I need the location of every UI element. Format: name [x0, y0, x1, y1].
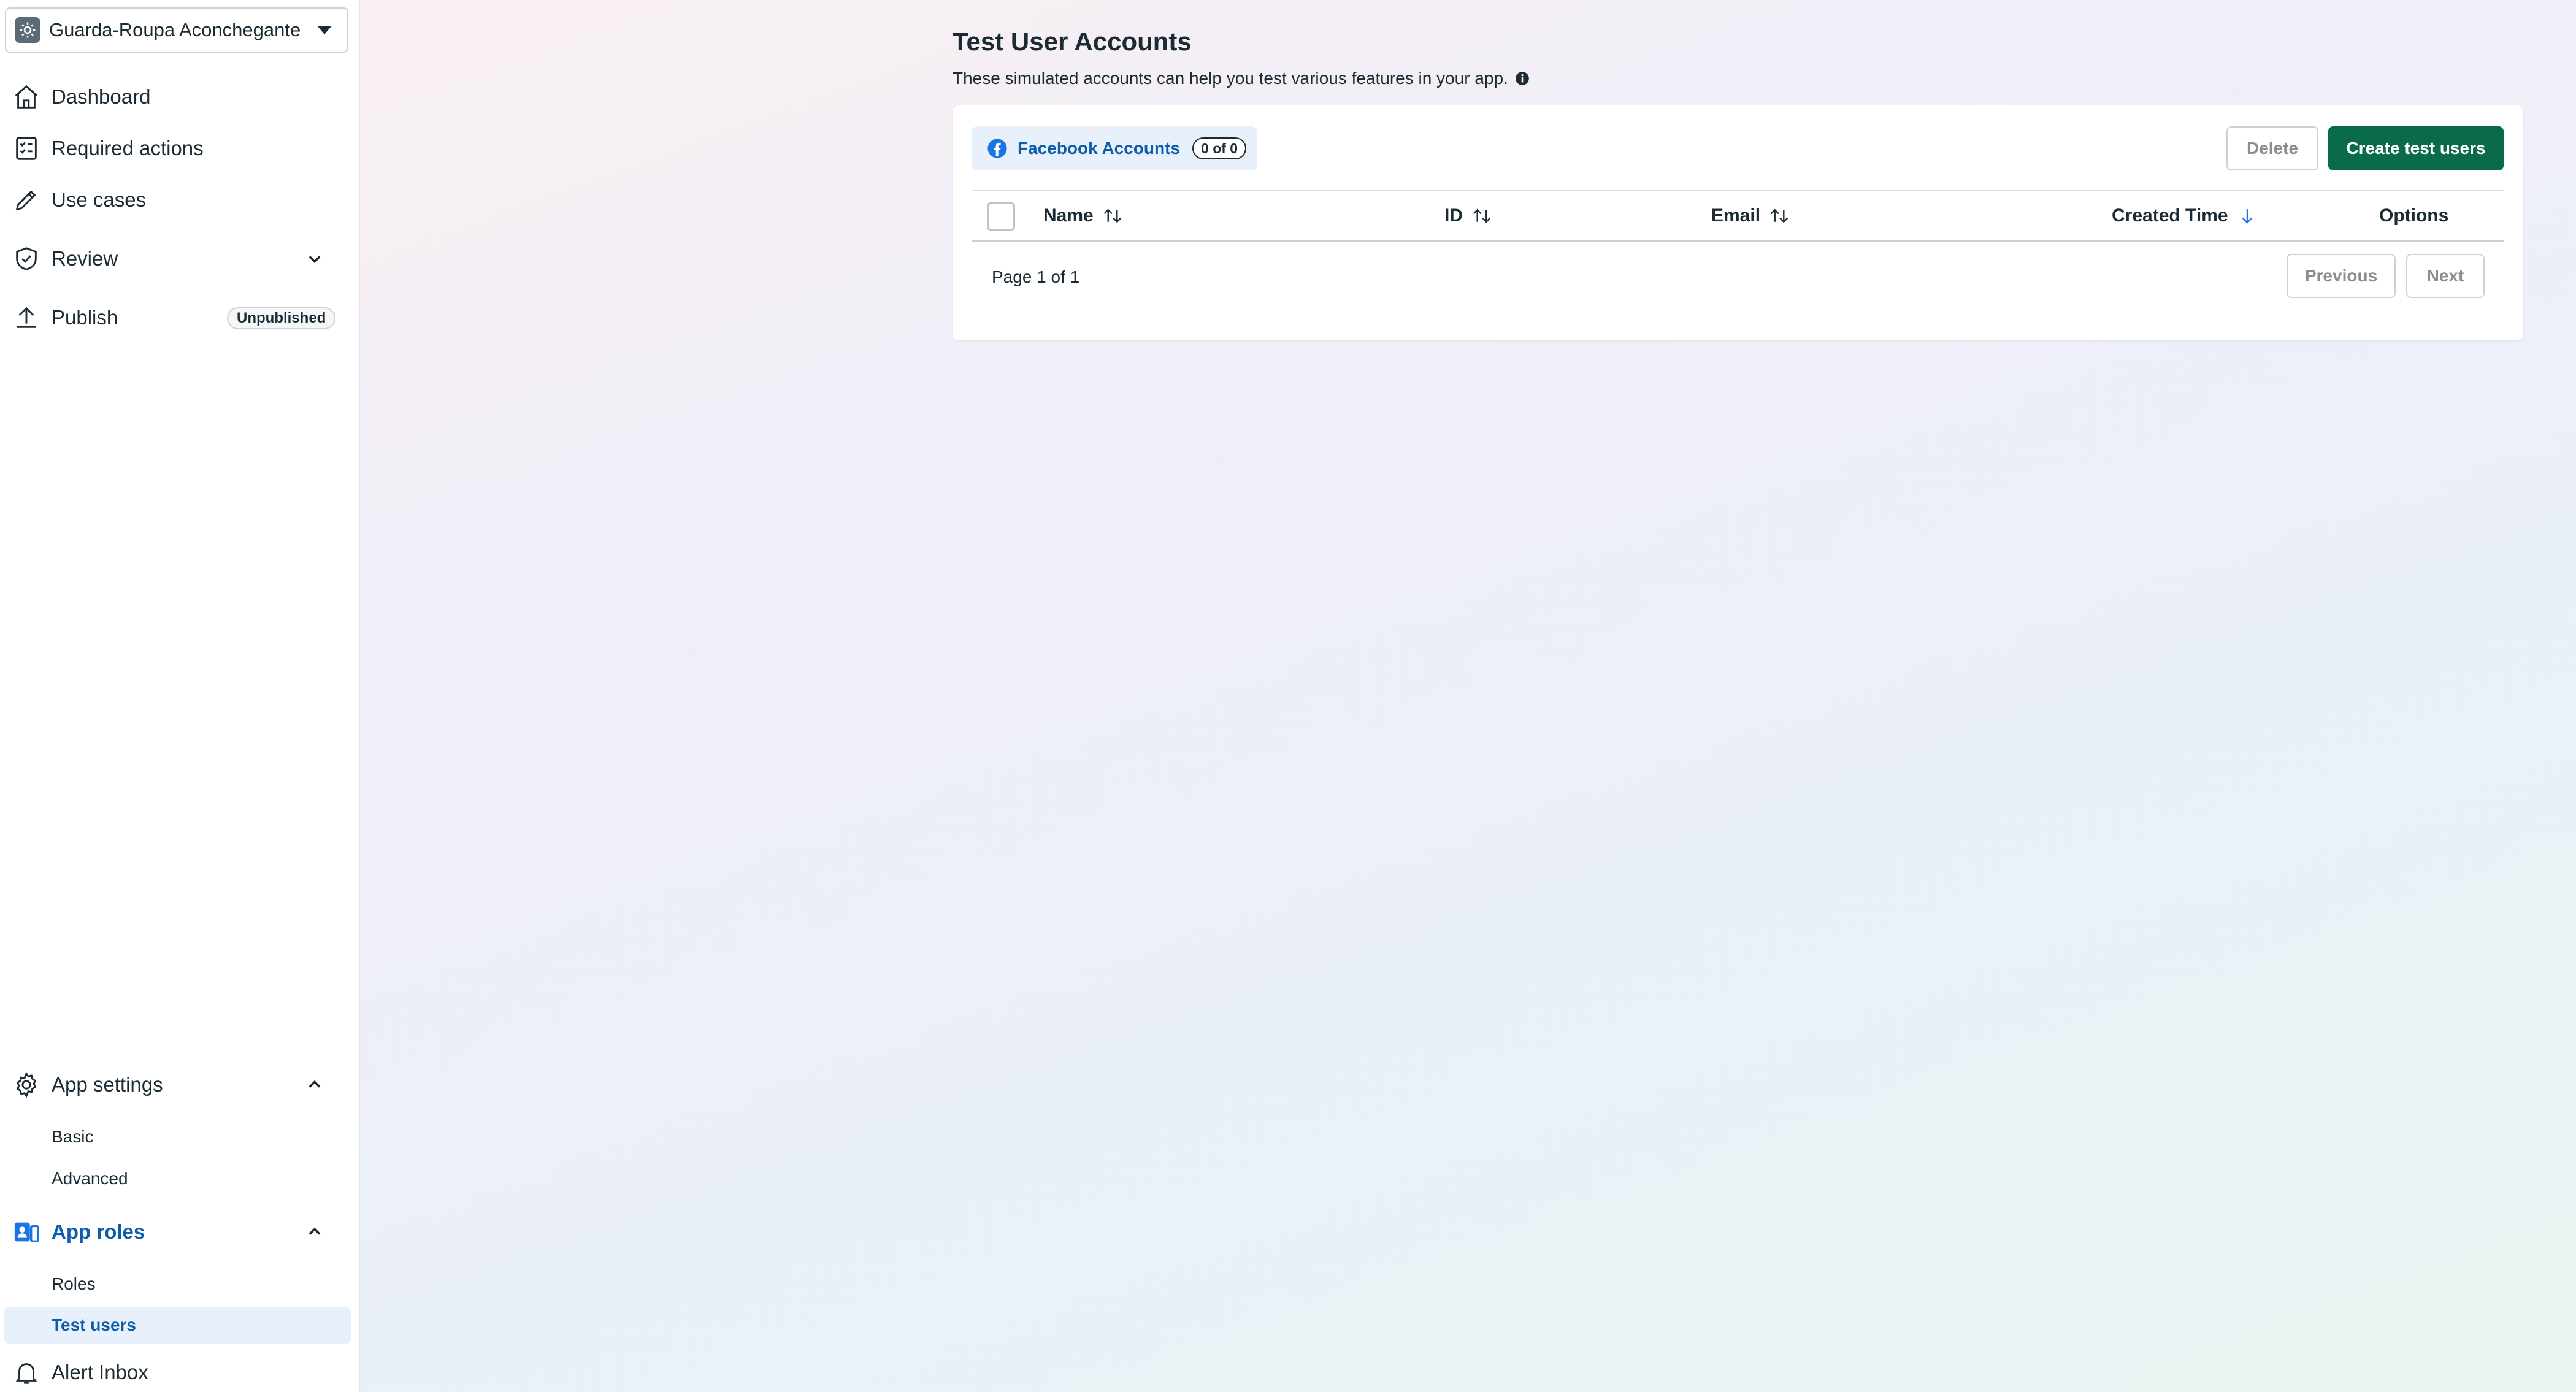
nav-app-settings[interactable]: App settings	[0, 1060, 360, 1109]
column-options-label: Options	[2379, 205, 2449, 226]
column-header-options: Options	[2379, 191, 2448, 240]
create-test-users-button[interactable]: Create test users	[2328, 126, 2504, 170]
pagination-status: Page 1 of 1	[992, 267, 1080, 286]
column-name-label: Name	[1043, 205, 1094, 226]
gear-icon	[11, 1069, 42, 1100]
page-subtitle-text: These simulated accounts can help you te…	[953, 69, 1508, 88]
nav-review[interactable]: Review	[0, 234, 360, 283]
pencil-icon	[11, 185, 42, 215]
nav-alert-inbox-label: Alert Inbox	[52, 1361, 148, 1383]
column-email-label: Email	[1711, 205, 1761, 226]
chevron-up-icon[interactable]	[306, 1076, 323, 1093]
nav-publish[interactable]: Publish Unpublished	[0, 293, 360, 342]
next-page-button[interactable]: Next	[2406, 254, 2485, 298]
caret-down-icon	[318, 26, 331, 34]
nav-dashboard[interactable]: Dashboard	[0, 72, 360, 121]
shield-check-icon	[11, 243, 42, 274]
app-roles-icon	[11, 1217, 42, 1247]
chevron-up-icon[interactable]	[306, 1223, 323, 1241]
sort-descending-icon[interactable]	[2237, 207, 2258, 225]
column-id-label: ID	[1444, 205, 1463, 226]
nav-app-roles-label: App roles	[52, 1220, 145, 1243]
nav-publish-label: Publish	[52, 306, 118, 329]
nav-dashboard-label: Dashboard	[52, 85, 151, 108]
column-created-time-label: Created Time	[2112, 205, 2228, 226]
sidebar-item-roles[interactable]: Roles	[4, 1266, 351, 1302]
facebook-icon	[987, 139, 1007, 158]
app-selector[interactable]: Guarda-Roupa Aconchegante	[5, 7, 348, 53]
sidebar-item-basic[interactable]: Basic	[4, 1119, 351, 1155]
sidebar-item-test-users[interactable]: Test users	[4, 1307, 351, 1344]
app-name: Guarda-Roupa Aconchegante	[49, 19, 301, 40]
nav-alert-inbox[interactable]: Alert Inbox	[0, 1348, 360, 1392]
sort-icon[interactable]	[1769, 207, 1790, 225]
page-subtitle: These simulated accounts can help you te…	[953, 69, 1530, 88]
sidebar-item-advanced[interactable]: Advanced	[4, 1160, 351, 1197]
column-header-created-time[interactable]: Created Time	[2112, 191, 2258, 240]
nav-app-roles[interactable]: App roles	[0, 1207, 360, 1256]
status-badge: Unpublished	[227, 307, 336, 329]
account-count-badge: 0 of 0	[1192, 137, 1247, 159]
nav-required-actions-label: Required actions	[52, 137, 204, 159]
info-icon[interactable]	[1514, 71, 1530, 86]
chevron-down-icon[interactable]	[306, 250, 323, 267]
tab-facebook-accounts[interactable]: Facebook Accounts 0 of 0	[972, 126, 1257, 170]
tab-facebook-accounts-label: Facebook Accounts	[1018, 139, 1181, 158]
sort-icon[interactable]	[1471, 207, 1492, 225]
select-all-checkbox[interactable]	[987, 202, 1015, 231]
page-title: Test User Accounts	[953, 27, 1192, 56]
column-header-id[interactable]: ID	[1444, 191, 1492, 240]
nav-required-actions[interactable]: Required actions	[0, 124, 360, 173]
previous-page-button[interactable]: Previous	[2287, 254, 2396, 298]
bell-icon	[11, 1357, 42, 1388]
home-icon	[11, 82, 42, 112]
delete-button[interactable]: Delete	[2226, 126, 2318, 170]
upload-icon	[11, 302, 42, 333]
column-header-name[interactable]: Name	[1043, 191, 1123, 240]
nav-use-cases-label: Use cases	[52, 188, 147, 211]
column-header-email[interactable]: Email	[1711, 191, 1790, 240]
checklist-icon	[11, 133, 42, 164]
sidebar: Guarda-Roupa Aconchegante Dashboard Requ…	[0, 0, 360, 1392]
app-gear-icon	[15, 17, 40, 43]
nav-app-settings-label: App settings	[52, 1073, 163, 1096]
sort-icon[interactable]	[1102, 207, 1123, 225]
nav-review-label: Review	[52, 247, 118, 270]
table-header: Name ID Email Created Time Options	[972, 190, 2504, 242]
test-users-card: Facebook Accounts 0 of 0 Delete Create t…	[953, 105, 2523, 340]
nav-use-cases[interactable]: Use cases	[0, 175, 360, 224]
